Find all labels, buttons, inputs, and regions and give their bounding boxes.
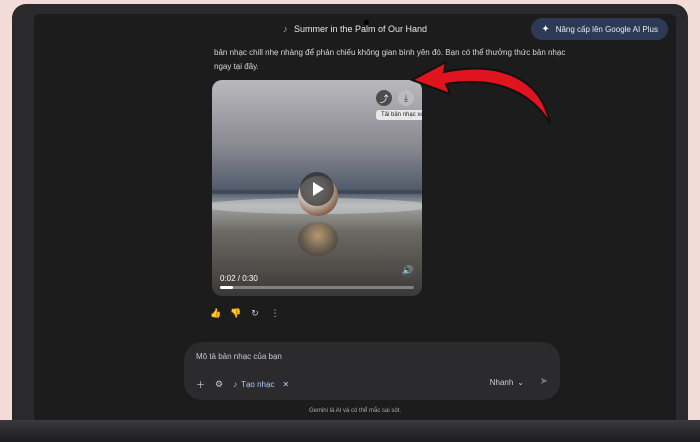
play-button[interactable] [300,172,334,206]
create-music-label: Tạo nhạc [241,380,275,389]
regenerate-icon[interactable]: ↻ [250,308,260,319]
app-screen: ♪ Summer in the Palm of Our Hand ✦ Nâng … [34,14,676,422]
disclaimer: Gemini là AI và có thể mắc sai sót. [308,408,402,414]
share-icon[interactable]: ⤴ [376,90,392,106]
mode-selector[interactable]: Nhanh ⌄ [490,378,524,387]
tools-icon[interactable]: ⚙ [215,379,223,390]
prompt-box[interactable]: Mô tả bản nhạc của bạn ＋ ⚙ ♪ Tạo nhạc ✕ … [184,342,560,400]
annotation-arrow-body [409,60,551,125]
add-icon[interactable]: ＋ [196,378,205,391]
prompt-tools: ＋ ⚙ ♪ Tạo nhạc ✕ [196,378,289,391]
laptop-frame: ♪ Summer in the Palm of Our Hand ✦ Nâng … [12,4,688,442]
sparkle-icon: ✦ [541,23,550,35]
laptop-base [0,420,700,442]
prompt-input[interactable]: Mô tả bản nhạc của bạn [196,352,282,361]
chevron-down-icon: ⌄ [517,378,524,387]
video-progress-fill [220,286,233,289]
thumbs-down-icon[interactable]: 👎 [230,308,241,319]
create-music-chip[interactable]: ♪ Tạo nhạc ✕ [233,380,289,389]
upgrade-button[interactable]: ✦ Nâng cấp lên Google AI Plus [531,18,668,40]
video-time: 0:02 / 0:30 [220,274,258,283]
music-note-icon: ♪ [282,24,288,34]
music-video-player[interactable]: ⤴ ⤓ Tải bản nhạc xuống 0:02 / 0:30 🔊 [212,80,422,296]
volume-icon[interactable]: 🔊 [400,262,416,278]
mode-label: Nhanh [489,378,514,387]
video-orb-reflection [298,222,338,256]
upgrade-label: Nâng cấp lên Google AI Plus [555,24,658,34]
play-icon [313,182,324,196]
send-icon[interactable]: ➤ [540,376,548,387]
more-options-icon[interactable]: ⋮ [270,308,280,319]
conversation-title: Summer in the Palm of Our Hand [293,24,428,34]
thumbs-up-icon[interactable]: 👍 [210,308,221,319]
close-icon[interactable]: ✕ [282,380,289,389]
music-note-icon: ♪ [233,380,238,389]
annotation-arrow [409,60,551,125]
video-progress-bar[interactable] [220,286,414,289]
response-actions: 👍 👎 ↻ ⋮ [210,308,280,319]
